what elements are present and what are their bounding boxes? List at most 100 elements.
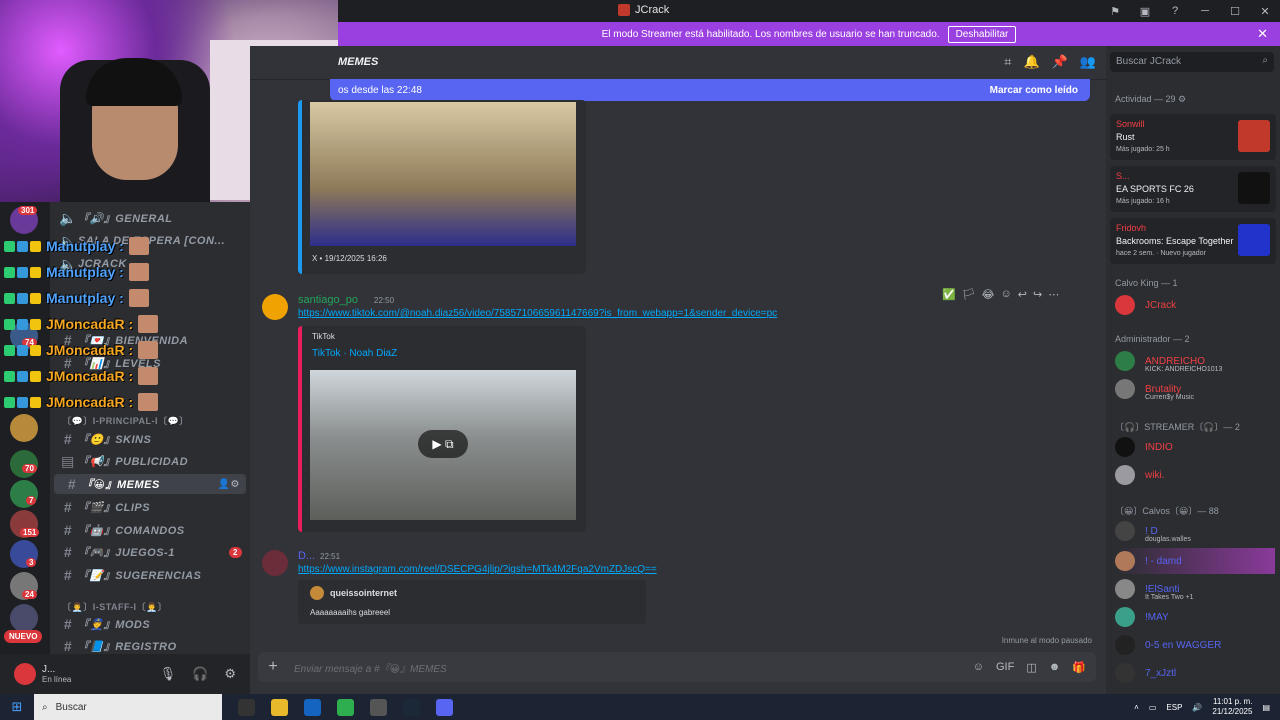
discord-icon[interactable] (436, 698, 453, 716)
speaker-icon: 🔈 (59, 232, 77, 249)
message-input[interactable]: Enviar mensaje a #『😀』MEMES (294, 660, 447, 675)
reply-icon[interactable]: ↩ (1018, 288, 1027, 301)
user-info[interactable]: J... En línea (42, 664, 71, 684)
network-icon[interactable]: ▭ (1149, 703, 1157, 712)
activity-card[interactable]: Sonwill Rust Más jugado: 25 h (1110, 114, 1276, 160)
steam-icon[interactable] (403, 698, 420, 716)
channel-mods[interactable]: # 『👮』MODS (50, 614, 250, 634)
window-title: JCrack (618, 4, 669, 16)
minimize-button[interactable]: ─ (1190, 5, 1220, 17)
app-icon[interactable]: ☺ (973, 661, 984, 674)
member-item[interactable]: !ElSanti It Takes Two +1 (1115, 576, 1194, 602)
message-author[interactable]: D... (298, 550, 315, 562)
hash-icon: # (63, 355, 73, 371)
voice-channel-jcrack[interactable]: 🔈 JCRACK (50, 254, 250, 274)
server-icon[interactable] (10, 604, 38, 632)
outlook-icon[interactable] (304, 698, 321, 716)
embed-image[interactable] (310, 102, 576, 246)
mark-as-read-button[interactable]: Marcar como leído (990, 85, 1078, 96)
member-item[interactable]: wiki. (1115, 462, 1164, 488)
search-input[interactable]: Buscar JCrack ⌕ (1110, 52, 1274, 72)
message-composer[interactable]: + Enviar mensaje a #『😀』MEMES ☺ GIF ◫ ☻ 🎁 (258, 652, 1096, 682)
reaction-flag-icon[interactable]: 🏳 (962, 288, 976, 301)
window-controls: ⚑ ▣ ? ─ ☐ ✕ (1100, 0, 1280, 22)
headphones-icon[interactable]: 🎧 (192, 666, 208, 682)
maximize-button[interactable]: ☐ (1220, 5, 1250, 18)
avatar[interactable] (14, 663, 36, 685)
more-icon[interactable]: ⋯ (1048, 288, 1059, 301)
activity-card[interactable]: S... EA SPORTS FC 26 Más jugado: 16 h (1110, 166, 1276, 212)
channel-skins[interactable]: # 『🙂』SKINS (50, 429, 250, 449)
emoji-icon[interactable]: ☻ (1049, 661, 1061, 674)
reaction-laugh-icon[interactable]: 😂 (982, 288, 995, 301)
threads-icon[interactable]: ⌗ (1004, 54, 1011, 70)
bell-icon[interactable]: 🔔 (1023, 54, 1039, 70)
channel-juegos[interactable]: # 『🎮』JUEGOS-1 2 (50, 542, 250, 562)
taskbar-search[interactable]: ⌕ Buscar (34, 694, 222, 720)
category-principal[interactable]: 〔💬〕I-PRINCIPAL-I〔💬〕 (50, 410, 250, 430)
windows-start-icon[interactable]: ⊞ (0, 699, 34, 715)
close-icon[interactable]: ✕ (1257, 26, 1268, 42)
speaker-icon: 🔈 (59, 255, 77, 272)
notification-icon[interactable]: ▤ (1262, 703, 1270, 712)
voice-channel-waiting[interactable]: 🔈 SALA DE ESPERA [CON... (50, 231, 250, 251)
embed-title[interactable]: TikTok · Noah DiaZ (312, 348, 397, 359)
play-icon[interactable]: ▶ ⧉ (418, 430, 468, 458)
clock[interactable]: 11:01 p. m. 21/12/2025 (1212, 697, 1252, 717)
member-item[interactable]: JCrack (1115, 292, 1176, 318)
new-messages-bar[interactable]: os desde las 22:48 Marcar como leído (330, 79, 1090, 101)
message-author[interactable]: santiago_po (298, 294, 358, 306)
app-icon[interactable] (370, 698, 387, 716)
disable-streamer-button[interactable]: Deshabilitar (947, 25, 1017, 43)
member-item[interactable]: 0-5 en WAGGER (1115, 632, 1221, 658)
voice-channel-general[interactable]: 🔈 『🔊』GENERAL (50, 208, 250, 228)
add-reaction-icon[interactable]: ☺ (1001, 288, 1012, 300)
forward-icon[interactable]: ↪ (1033, 288, 1042, 301)
member-item[interactable]: ! - damd (1115, 548, 1275, 574)
message-link[interactable]: https://www.instagram.com/reel/DSECPG4jl… (298, 564, 657, 575)
avatar[interactable] (262, 294, 288, 320)
inbox-icon[interactable]: ⚑ (1100, 5, 1130, 18)
channel-bienvenida[interactable]: # 『💌』BIENVENIDA (50, 330, 250, 350)
activity-card[interactable]: Fridovh Backrooms: Escape Together hace … (1110, 218, 1276, 264)
server-icon[interactable] (10, 414, 38, 442)
app-icon (618, 4, 630, 16)
chevron-up-icon[interactable]: ˄ (1134, 703, 1139, 712)
microphone-icon[interactable]: 🎙 (160, 666, 177, 682)
chrome-icon[interactable] (337, 698, 354, 716)
channel-registro[interactable]: # 『📘』REGISTRO (50, 636, 250, 656)
close-window-button[interactable]: ✕ (1250, 5, 1280, 18)
channel-settings-icon[interactable]: 👤⚙ (218, 479, 240, 490)
channel-publicidad[interactable]: ▤ 『📢』PUBLICIDAD (50, 451, 250, 471)
gif-icon[interactable]: GIF (996, 661, 1014, 674)
help-icon[interactable]: ? (1160, 5, 1190, 17)
add-attachment-icon[interactable]: + (258, 658, 288, 676)
gear-icon[interactable]: ⚙ (224, 666, 236, 682)
category-staff[interactable]: 〔👨‍💼〕I-STAFF-I〔👨‍💼〕 (50, 596, 250, 616)
channel-sugerencias[interactable]: # 『📝』SUGERENCIAS (50, 565, 250, 585)
member-item[interactable]: ANDREICHO KICK: ANDREICHO1013 (1115, 348, 1222, 374)
gift-icon[interactable]: 🎁 (1072, 661, 1086, 674)
member-item[interactable]: !MAY (1115, 604, 1169, 630)
tiktok-embed: TikTok TikTok · Noah DiaZ ▶ ⧉ (298, 326, 586, 532)
video-thumbnail[interactable]: ▶ ⧉ (310, 370, 576, 520)
members-icon[interactable]: 👥 (1080, 54, 1096, 70)
member-item[interactable]: ! Ddouglas.walles (1115, 518, 1191, 544)
screen-icon[interactable]: ▣ (1130, 5, 1160, 18)
message-link[interactable]: https://www.tiktok.com/@noah.diaz56/vide… (298, 308, 777, 319)
member-item[interactable]: INDIO (1115, 434, 1173, 460)
sticker-icon[interactable]: ◫ (1026, 661, 1036, 674)
channel-levels[interactable]: # 『📊』LEVELS (50, 353, 250, 373)
task-view-icon[interactable] (238, 698, 255, 716)
reaction-check-icon[interactable]: ✅ (942, 288, 956, 301)
avatar[interactable] (262, 550, 288, 576)
channel-comandos[interactable]: # 『🤖』COMANDOS (50, 520, 250, 540)
file-explorer-icon[interactable] (271, 698, 288, 716)
channel-clips[interactable]: # 『🎬』CLIPS (50, 497, 250, 517)
language-indicator[interactable]: ESP (1166, 703, 1182, 712)
member-item[interactable]: 7_xJztl (1115, 660, 1176, 686)
pin-icon[interactable]: 📌 (1052, 54, 1068, 70)
volume-icon[interactable]: 🔊 (1192, 703, 1202, 712)
member-item[interactable]: Brutality Curren$y Music (1115, 376, 1194, 402)
channel-memes[interactable]: # 『😀』MEMES 👤⚙ (54, 474, 246, 494)
